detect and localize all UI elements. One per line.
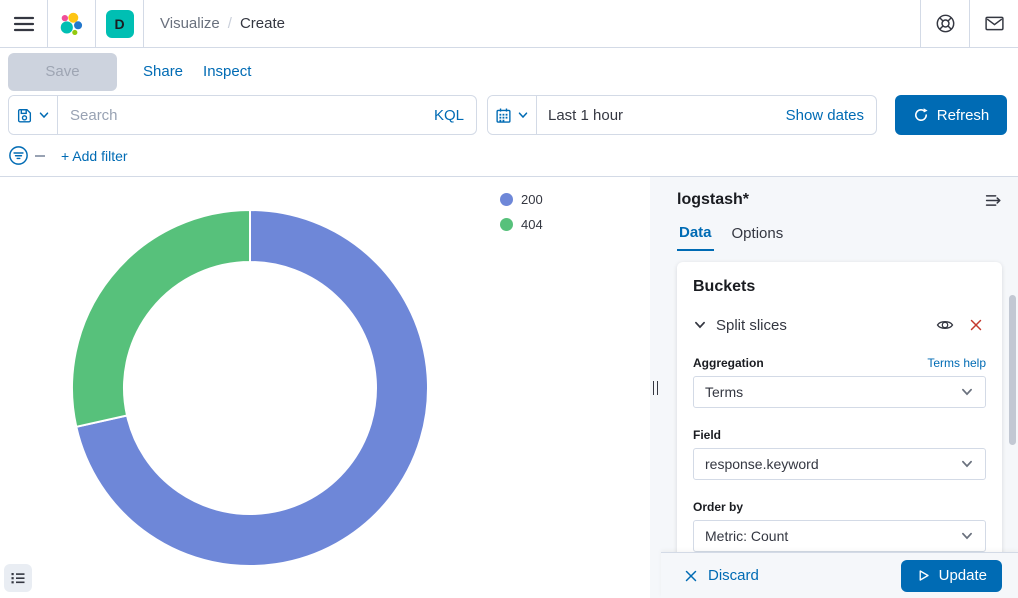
breadcrumb-visualize[interactable]: Visualize (160, 15, 220, 32)
refresh-label: Refresh (937, 107, 990, 124)
visualization-chart-area: 200 404 (0, 177, 650, 598)
chevron-down-icon (38, 109, 50, 121)
aggregation-label-row: Aggregation Terms help (693, 356, 986, 370)
elastic-logo-icon (59, 11, 85, 37)
field-value: response.keyword (705, 456, 819, 472)
remove-x-icon (968, 317, 984, 333)
toggle-bucket-visibility-button[interactable] (934, 314, 956, 336)
calendar-icon (495, 107, 512, 124)
aggregation-value: Terms (705, 384, 743, 400)
order-by-select[interactable]: Metric: Count (693, 520, 986, 552)
breadcrumb: Visualize / Create (144, 0, 920, 47)
chevron-down-icon (960, 457, 974, 471)
chart-legend: 200 404 (500, 191, 543, 232)
remove-bucket-button[interactable] (966, 315, 986, 335)
elastic-logo[interactable] (48, 0, 95, 47)
field-label-row: Field (693, 428, 986, 442)
order-by-value: Metric: Count (705, 528, 788, 544)
hamburger-icon (12, 12, 36, 36)
field-select[interactable]: response.keyword (693, 448, 986, 480)
date-quick-menu-button[interactable] (488, 96, 537, 134)
help-button[interactable] (921, 0, 969, 47)
legend-list-icon (10, 570, 26, 586)
refresh-icon (913, 107, 929, 123)
eye-icon (936, 316, 954, 334)
tab-options[interactable]: Options (730, 224, 786, 251)
breadcrumb-separator: / (228, 15, 232, 32)
mail-icon (984, 13, 1005, 34)
panel-header: logstash* (677, 191, 1002, 209)
aggregation-select[interactable]: Terms (693, 376, 986, 408)
panel-resizer-handle[interactable] (650, 177, 661, 598)
content-region: 200 404 logstash* (0, 176, 1018, 598)
chevron-down-icon (960, 529, 974, 543)
add-filter-button[interactable]: + Add filter (61, 148, 128, 164)
donut-chart[interactable] (0, 177, 650, 598)
chevron-down-icon (960, 385, 974, 399)
play-icon (916, 568, 931, 583)
newsfeed-button[interactable] (970, 0, 1018, 47)
terms-help-link[interactable]: Terms help (927, 356, 986, 370)
panel-scrollbar[interactable] (1009, 295, 1016, 445)
discard-button[interactable]: Discard (683, 567, 759, 584)
show-dates-button[interactable]: Show dates (774, 96, 876, 134)
share-button[interactable]: Share (143, 63, 183, 80)
update-button[interactable]: Update (901, 560, 1002, 592)
buckets-title: Buckets (693, 278, 986, 296)
legend-toggle-button[interactable] (4, 564, 32, 592)
field-label: Field (693, 428, 721, 442)
visualize-toolbar: Save Share Inspect (0, 48, 1018, 95)
order-by-label-row: Order by (693, 500, 986, 514)
split-slices-label: Split slices (716, 317, 787, 334)
filter-menu-button[interactable] (8, 145, 29, 166)
visualization-editor-panel: logstash* Data Options Buckets Split sli… (661, 177, 1018, 598)
order-by-label: Order by (693, 500, 743, 514)
buckets-card: Buckets Split slices Aggregation (677, 262, 1002, 598)
donut-slice-404[interactable] (72, 210, 250, 427)
legend-label-404: 404 (521, 217, 543, 232)
query-bar: KQL Last 1 hour Show dates Refresh (8, 95, 1007, 135)
legend-dot-404 (500, 218, 513, 231)
collapse-bucket-button[interactable] (693, 318, 707, 332)
save-disk-icon (16, 107, 33, 124)
chevron-down-icon (517, 109, 529, 121)
inspect-button[interactable]: Inspect (203, 63, 251, 80)
collapse-panel-button[interactable] (985, 192, 1002, 209)
filter-bar: + Add filter (0, 135, 1018, 176)
save-button[interactable]: Save (8, 53, 117, 91)
update-label: Update (939, 567, 987, 584)
editor-tabs: Data Options (677, 224, 1002, 251)
space-badge[interactable]: D (106, 10, 134, 38)
kibana-visualize-app: D Visualize / Create Save Share Inspect (0, 0, 1018, 598)
tab-data[interactable]: Data (677, 224, 714, 251)
resizer-grip-icon (653, 381, 658, 395)
help-icon (935, 13, 956, 34)
time-range-value[interactable]: Last 1 hour (537, 96, 774, 134)
query-language-button[interactable]: KQL (422, 96, 476, 134)
split-slices-row: Split slices (693, 314, 986, 336)
menu-icon[interactable] (0, 0, 47, 47)
legend-label-200: 200 (521, 192, 543, 207)
legend-item-200[interactable]: 200 (500, 191, 543, 207)
date-picker-group: Last 1 hour Show dates (487, 95, 877, 135)
legend-item-404[interactable]: 404 (500, 216, 543, 232)
top-nav-header: D Visualize / Create (0, 0, 1018, 48)
discard-label: Discard (708, 567, 759, 584)
search-input[interactable] (58, 96, 422, 134)
refresh-button[interactable]: Refresh (895, 95, 1007, 135)
collapse-panel-icon (985, 192, 1002, 209)
search-group: KQL (8, 95, 477, 135)
filter-icon (8, 145, 29, 166)
saved-query-menu-button[interactable] (9, 96, 58, 134)
breadcrumb-create: Create (240, 15, 285, 32)
chevron-down-icon (693, 318, 707, 332)
filter-dash (35, 155, 45, 157)
space-switcher: D (96, 0, 143, 47)
editor-action-bar: Discard Update (661, 552, 1018, 598)
legend-dot-200 (500, 193, 513, 206)
index-pattern-title: logstash* (677, 191, 749, 209)
aggregation-label: Aggregation (693, 356, 764, 370)
discard-x-icon (683, 568, 699, 584)
